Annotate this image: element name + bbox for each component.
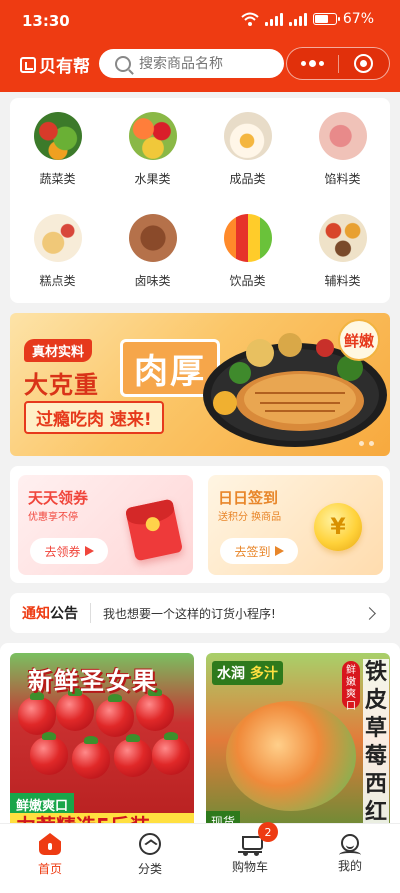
category-label: 蔬菜类 [39,172,76,186]
search-input[interactable] [139,55,269,72]
prepared-food-icon [223,112,272,160]
mine-icon [339,834,361,853]
coupon-title: 天天领券 [28,489,89,507]
tab-category[interactable]: 分类 [100,824,200,893]
arrow-right-icon [274,546,284,556]
seasoning-icon [318,214,367,262]
notice-text: 我也想要一个这样的订货小程序! [103,606,276,621]
miniprogram-capsule [286,47,390,80]
braised-meat-icon [128,214,177,262]
product-card-tomato[interactable]: 水润 多汁 鲜嫩爽口 铁皮草莓西红柿 现货 [206,653,390,823]
signin-title: 日日签到 [218,489,279,507]
red-envelope-icon [124,498,184,562]
category-label: 辅料类 [324,274,361,288]
status-indicators: 67% [241,11,374,27]
banner-pagination [359,441,374,446]
category-label: 糕点类 [39,274,76,288]
product-headline: 新鲜圣女果 [28,667,158,695]
status-time: 13:30 [22,12,70,30]
chevron-right-icon [363,606,376,620]
arrow-right-icon [84,546,94,556]
category-label: 馅料类 [324,172,361,186]
tab-cart[interactable]: 购物车 [200,824,300,893]
drinks-icon [223,214,272,262]
signin-label: 去签到 [234,544,271,559]
notice-label: 通知公告 [22,606,78,622]
signin-button[interactable]: 去签到 [220,538,298,564]
coupon-subtitle: 优惠享不停 [28,512,78,523]
battery-text: 67% [342,11,374,27]
get-coupon-button[interactable]: 去领券 [30,538,108,564]
category-item-braised[interactable]: 卤味类 [105,214,200,289]
promo-section: 天天领券 优惠享不停 去领券 日日签到 送积分 换商品 去签到 ¥ [10,466,390,583]
coin-icon: ¥ [314,503,362,551]
notice-bar[interactable]: 通知公告 我也想要一个这样的订货小程序! [10,593,390,633]
category-item-seasoning[interactable]: 辅料类 [295,214,390,289]
tab-mine[interactable]: 我的 [300,824,400,893]
cart-count-badge: 2 [258,822,278,842]
promo-banner[interactable]: 真材实料 大克重 肉厚 过瘾吃肉 速来! 鲜嫩 [10,313,390,456]
get-coupon-label: 去领券 [44,544,81,559]
vegetables-icon [33,112,82,160]
category-item-prepared[interactable]: 成品类 [200,112,295,187]
category-label: 卤味类 [134,274,171,288]
search-icon [115,55,131,72]
filling-icon [318,112,367,160]
category-label: 饮品类 [229,274,266,288]
category-grid: 蔬菜类 水果类 成品类 馅料类 糕点类 卤味类 饮品类 辅料类 [10,98,390,303]
banner-badge: 鲜嫩 [338,319,380,361]
category-icon [139,833,161,855]
banner-tag: 真材实料 [24,339,93,362]
category-item-filling[interactable]: 馅料类 [295,112,390,187]
category-label: 水果类 [134,172,171,186]
category-label: 成品类 [229,172,266,186]
category-item-drinks[interactable]: 饮品类 [200,214,295,289]
banner-slogan: 过瘾吃肉 速来! [24,401,164,434]
tab-label: 首页 [37,862,62,876]
product-list: 新鲜圣女果 鲜嫩爽口 力荐精选5斤装 水润 多汁 鲜嫩爽口 铁皮草莓西红柿 现货 [0,643,400,823]
brand: 贝有帮 [20,52,90,77]
signal-icon-2 [288,12,307,26]
brand-logo-icon [20,56,36,73]
banner-headline: 大克重 [24,371,99,399]
signal-icon [264,12,283,26]
home-icon [39,833,61,855]
tab-label: 购物车 [231,860,268,874]
tomato-image [226,701,356,811]
fruits-icon [128,112,177,160]
product-badge: 鲜嫩爽口 [342,661,360,712]
signin-subtitle: 送积分 换商品 [218,512,282,523]
pastry-icon [33,214,82,262]
coupon-card[interactable]: 天天领券 优惠享不停 去领券 [18,475,193,575]
product-card-cherry-tomato[interactable]: 新鲜圣女果 鲜嫩爽口 力荐精选5斤装 [10,653,194,823]
close-miniprogram-icon[interactable] [338,48,389,79]
product-vertical-title: 铁皮草莓西红柿 [363,659,389,823]
stock-tag: 现货 [206,811,241,823]
more-icon[interactable] [287,48,338,79]
signin-card[interactable]: 日日签到 送积分 换商品 去签到 ¥ [208,475,383,575]
tab-label: 分类 [137,862,162,876]
brand-name: 贝有帮 [39,57,90,77]
category-item-fruits[interactable]: 水果类 [105,112,200,187]
category-item-vegetables[interactable]: 蔬菜类 [10,112,105,187]
tab-bar: 首页 分类 购物车 我的 2 [0,822,400,893]
search-bar[interactable] [99,49,284,78]
header: 13:30 67% 贝有帮 [0,0,400,92]
status-bar: 13:30 67% [0,0,400,44]
tab-label: 我的 [337,859,362,873]
tab-home[interactable]: 首页 [0,824,100,893]
battery-icon [312,13,340,25]
category-item-pastry[interactable]: 糕点类 [10,214,105,289]
product-tag: 水润 多汁 [212,661,283,685]
wifi-icon [241,12,259,26]
product-promo-text: 力荐精选5斤装 [10,813,194,823]
notice-divider [90,603,91,623]
